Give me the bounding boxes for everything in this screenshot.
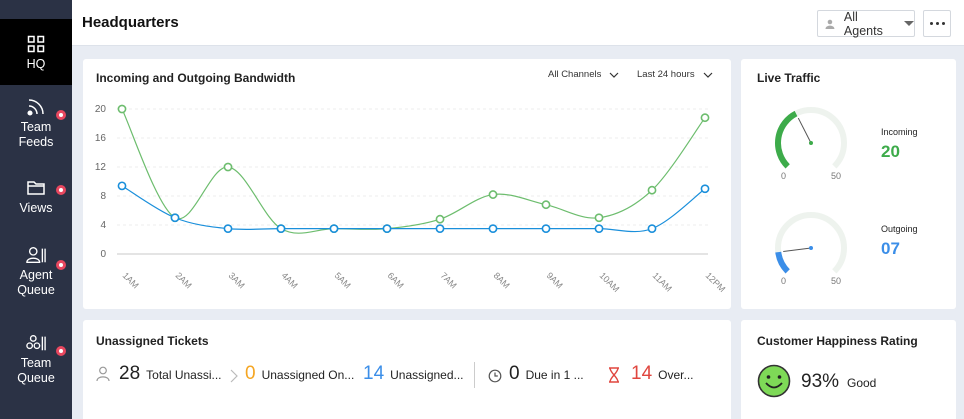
notification-badge — [56, 260, 66, 270]
time-filter[interactable]: Last 24 hours — [637, 69, 713, 80]
person-icon — [825, 19, 835, 29]
sidebar: HQ Team Feeds Views Agent Queue Team Que… — [0, 0, 72, 419]
clock-icon — [488, 369, 502, 383]
tickets-title: Unassigned Tickets — [96, 334, 209, 348]
chevron-down-icon — [609, 72, 619, 78]
outgoing-value: 07 — [881, 239, 900, 258]
divider — [474, 362, 475, 388]
dot-icon — [935, 22, 939, 25]
gauge-min: 0 — [781, 171, 787, 181]
gauge-max: 50 — [831, 276, 842, 286]
sidebar-item-label: Team Queue — [17, 356, 55, 385]
chevron-right-icon — [230, 369, 238, 383]
hourglass-icon — [609, 367, 619, 383]
folder-icon — [26, 178, 46, 198]
happiness-label: Good — [847, 376, 877, 390]
caret-down-icon — [904, 21, 914, 26]
overdue-label: Over... — [658, 368, 694, 382]
sidebar-item-team-feeds[interactable]: Team Feeds — [0, 97, 72, 159]
outgoing-label: Outgoing — [881, 224, 918, 234]
sidebar-item-label: Views — [19, 201, 53, 215]
header: Headquarters All Agents — [72, 0, 964, 46]
agents-dropdown-label: All Agents — [843, 9, 883, 38]
unassigned-count: 14 — [363, 363, 385, 384]
live-traffic-title: Live Traffic — [757, 71, 821, 85]
due-soon-stat[interactable]: 0 Due in 1 ... — [509, 363, 584, 385]
total-unassigned-stat[interactable]: 28 Total Unassi... — [119, 363, 222, 385]
incoming-value: 20 — [881, 142, 900, 161]
bandwidth-card — [83, 59, 731, 309]
more-options-button[interactable] — [923, 10, 951, 37]
due-count: 0 — [509, 363, 520, 384]
total-label: Total Unassi... — [146, 368, 222, 382]
sidebar-item-label: Team Feeds — [18, 120, 54, 149]
unassigned-online-label: Unassigned On... — [261, 368, 355, 382]
team-icon — [26, 333, 46, 353]
sidebar-item-label: HQ — [26, 57, 46, 71]
gauge-min: 0 — [781, 276, 787, 286]
unassigned-online-count: 0 — [245, 363, 256, 384]
live-traffic-card — [741, 59, 956, 309]
channel-filter-label: All Channels — [548, 69, 602, 80]
due-label: Due in 1 ... — [525, 368, 584, 382]
sidebar-item-agent-queue[interactable]: Agent Queue — [0, 245, 72, 305]
overdue-count: 14 — [631, 363, 653, 384]
agent-icon — [26, 245, 46, 265]
agents-dropdown[interactable]: All Agents — [817, 9, 915, 38]
feeds-icon — [26, 97, 46, 117]
incoming-label: Incoming — [881, 127, 918, 137]
sidebar-item-label: Agent Queue — [17, 268, 55, 297]
happy-face-icon — [757, 364, 791, 398]
unassigned-label: Unassigned... — [390, 368, 464, 382]
total-count: 28 — [119, 363, 141, 384]
sidebar-item-views[interactable]: Views — [0, 178, 72, 218]
chevron-down-icon — [703, 72, 713, 78]
unassigned-stat[interactable]: 14 Unassigned... — [363, 363, 464, 385]
dot-icon — [929, 22, 933, 25]
sidebar-item-team-queue[interactable]: Team Queue — [0, 333, 72, 393]
dot-icon — [941, 22, 945, 25]
happiness-title: Customer Happiness Rating — [757, 334, 918, 348]
unassigned-online-stat[interactable]: 0 Unassigned On... — [245, 363, 354, 385]
sidebar-item-hq[interactable]: HQ — [0, 19, 72, 85]
grid-icon — [26, 34, 46, 54]
person-icon — [96, 366, 110, 382]
gauge-max: 50 — [831, 171, 842, 181]
notification-badge — [56, 110, 66, 120]
bandwidth-title: Incoming and Outgoing Bandwidth — [96, 71, 296, 85]
notification-badge — [56, 185, 66, 195]
page-title: Headquarters — [82, 14, 179, 31]
time-filter-label: Last 24 hours — [637, 69, 695, 80]
happiness-percent: 93% — [801, 371, 840, 392]
channel-filter[interactable]: All Channels — [548, 69, 619, 80]
overdue-stat[interactable]: 14 Over... — [631, 363, 693, 385]
notification-badge — [56, 346, 66, 356]
